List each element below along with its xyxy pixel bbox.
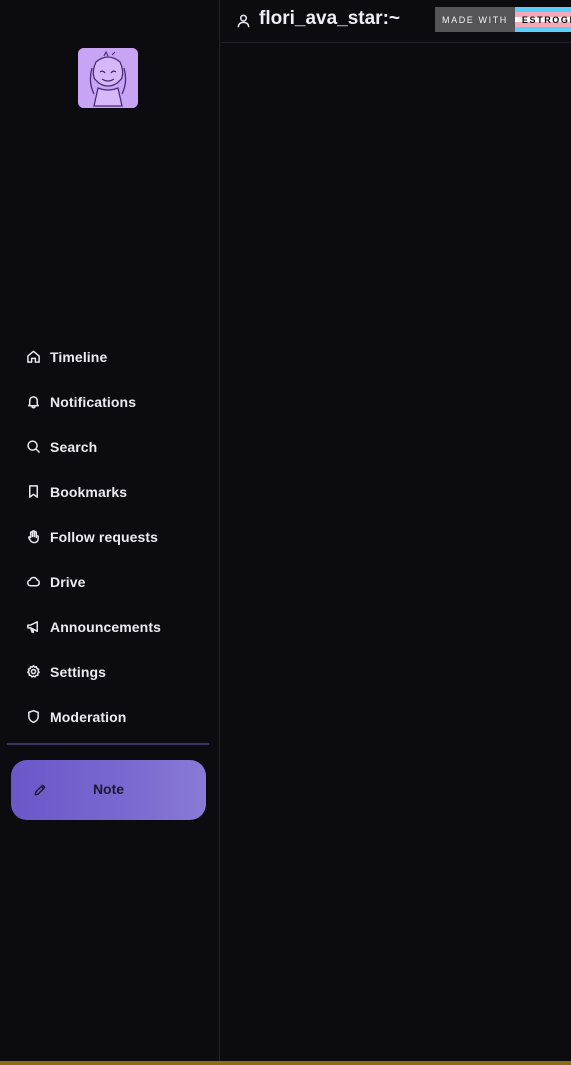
nav-item-label: Drive: [50, 573, 86, 590]
app-root: Timeline Notifications Search Bookmarks: [0, 0, 571, 1065]
page-header: flori_ava_star:~ MADE WITH ESTROGEN: [221, 0, 571, 43]
nav-item-drive[interactable]: Drive: [0, 559, 220, 604]
nav-item-search[interactable]: Search: [0, 424, 220, 469]
bottom-edge-bar: [0, 1061, 571, 1065]
sidebar-divider: [7, 743, 209, 745]
badge-left-text: MADE WITH: [435, 7, 515, 32]
nav-item-label: Moderation: [50, 708, 127, 725]
nav-item-settings[interactable]: Settings: [0, 649, 220, 694]
home-icon: [26, 349, 41, 364]
nav-item-label: Settings: [50, 663, 107, 680]
page-title: flori_ava_star:~: [259, 8, 400, 29]
nav-item-label: Bookmarks: [50, 483, 128, 500]
nav-item-label: Announcements: [50, 618, 161, 635]
nav-item-moderation[interactable]: Moderation: [0, 694, 220, 739]
cloud-icon: [26, 574, 41, 589]
bell-icon: [26, 394, 41, 409]
nav-item-timeline[interactable]: Timeline: [0, 334, 220, 379]
gear-icon: [26, 664, 41, 679]
nav-item-follow-requests[interactable]: Follow requests: [0, 514, 220, 559]
main-nav: Timeline Notifications Search Bookmarks: [0, 334, 220, 739]
nav-item-label: Follow requests: [50, 528, 159, 545]
badge-right-text: ESTROGEN: [514, 7, 571, 32]
nav-item-label: Timeline: [50, 348, 108, 365]
megaphone-icon: [26, 619, 41, 634]
user-icon: [236, 13, 251, 28]
search-icon: [26, 439, 41, 454]
nav-item-notifications[interactable]: Notifications: [0, 379, 220, 424]
nav-item-label: Search: [50, 438, 98, 455]
hand-icon: [26, 529, 41, 544]
compose-note-label: Note: [92, 781, 125, 797]
sidebar: Timeline Notifications Search Bookmarks: [0, 0, 220, 1061]
compose-note-button[interactable]: Note: [11, 760, 206, 820]
nav-item-bookmarks[interactable]: Bookmarks: [0, 469, 220, 514]
bookmark-icon: [26, 484, 41, 499]
avatar-image: [78, 48, 138, 108]
made-with-estrogen-badge[interactable]: MADE WITH ESTROGEN: [435, 7, 571, 32]
nav-item-label: Notifications: [50, 393, 137, 410]
shield-icon: [26, 709, 41, 724]
avatar[interactable]: [78, 48, 138, 108]
nav-item-announcements[interactable]: Announcements: [0, 604, 220, 649]
